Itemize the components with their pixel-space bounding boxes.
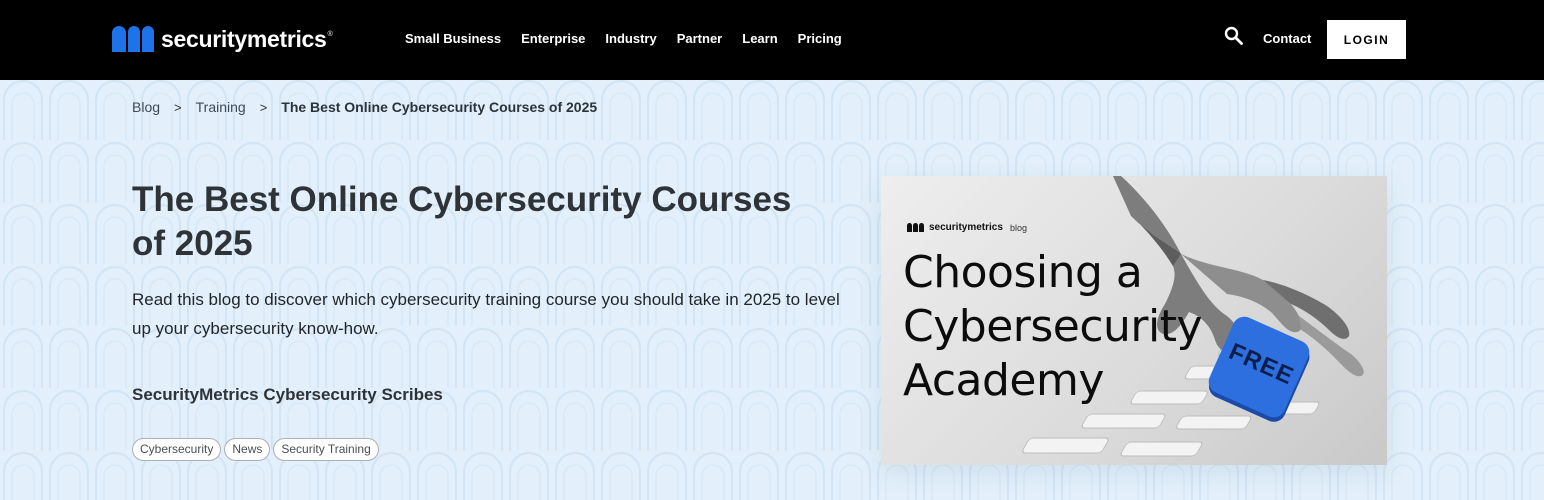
- tag-news[interactable]: News: [224, 438, 271, 461]
- free-badge-text: FREE: [1224, 338, 1298, 391]
- feature-brand-text: securitymetrics: [929, 222, 1003, 233]
- nav-item-pricing[interactable]: Pricing: [798, 31, 842, 46]
- logo-mark-icon: [112, 26, 154, 52]
- main-nav: Small Business Enterprise Industry Partn…: [405, 31, 842, 46]
- tag-list: Cybersecurity News Security Training: [132, 438, 379, 461]
- article-description: Read this blog to discover which cyberse…: [132, 290, 840, 338]
- breadcrumb-blog[interactable]: Blog: [132, 99, 160, 115]
- nav-item-partner[interactable]: Partner: [677, 31, 723, 46]
- feature-brand-suffix: blog: [1009, 222, 1027, 233]
- mini-logo-icon: [907, 223, 924, 232]
- chevron-right-icon: >: [174, 99, 182, 115]
- feature-headline: Choosing a Cybersecurity Academy: [903, 247, 1203, 406]
- logo-text: securitymetrics: [161, 25, 327, 52]
- nav-item-industry[interactable]: Industry: [605, 31, 656, 46]
- article-hero: Blog > Training > The Best Online Cybers…: [0, 80, 1544, 500]
- nav-item-enterprise[interactable]: Enterprise: [521, 31, 585, 46]
- feature-image: securitymetrics blog Choosing a Cybersec…: [881, 176, 1387, 465]
- nav-item-small-business[interactable]: Small Business: [405, 31, 501, 46]
- article-author[interactable]: SecurityMetrics Cybersecurity Scribes: [132, 385, 443, 405]
- tag-cybersecurity[interactable]: Cybersecurity: [132, 438, 222, 461]
- registered-mark: ®: [327, 30, 333, 38]
- top-navigation-bar: securitymetrics ® Small Business Enterpr…: [0, 0, 1544, 80]
- securitymetrics-logo[interactable]: securitymetrics ®: [112, 25, 333, 53]
- contact-link[interactable]: Contact: [1263, 31, 1311, 46]
- chevron-right-icon: >: [259, 99, 268, 115]
- search-icon[interactable]: [1224, 26, 1244, 46]
- tag-security-training[interactable]: Security Training: [273, 438, 379, 461]
- nav-item-learn[interactable]: Learn: [742, 31, 777, 46]
- article-title: The Best Online Cybersecurity Courses of…: [132, 180, 792, 263]
- breadcrumb: Blog > Training > The Best Online Cybers…: [132, 99, 597, 115]
- login-button[interactable]: LOGIN: [1327, 20, 1406, 59]
- breadcrumb-current: The Best Online Cybersecurity Courses of…: [281, 99, 598, 115]
- breadcrumb-training[interactable]: Training: [196, 99, 246, 115]
- feature-brand: securitymetrics blog: [907, 222, 1027, 233]
